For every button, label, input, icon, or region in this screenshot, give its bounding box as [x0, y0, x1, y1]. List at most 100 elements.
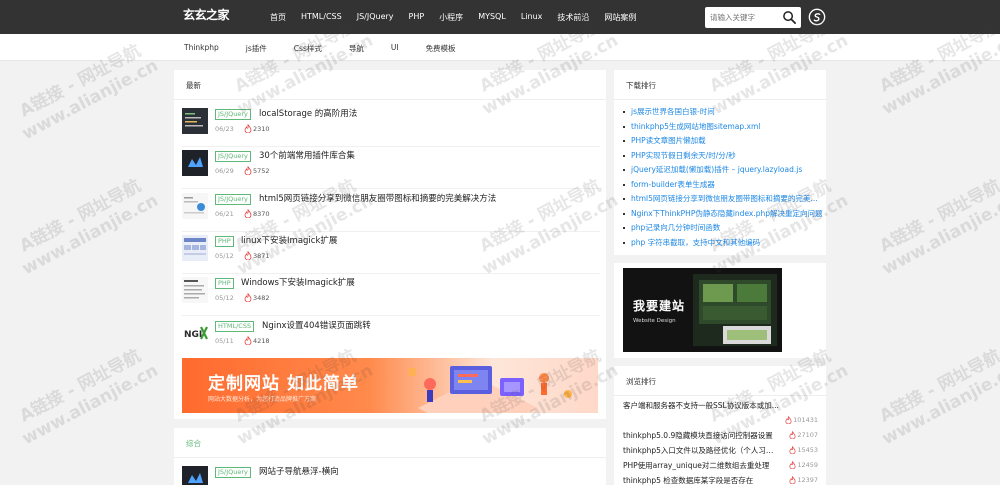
isometric-illustration [408, 366, 572, 413]
divider [614, 99, 826, 100]
download-item-label[interactable]: jQuery延迟加载(懒加载)插件 – jquery.lazyload.js [631, 165, 802, 174]
flame-icon [244, 293, 252, 302]
list-item[interactable]: JS/JQuery 网站子导航悬浮-横向 [182, 463, 600, 485]
divider [174, 99, 606, 100]
list-item[interactable]: JS/JQuery 30个前端常用插件库合集 06/29 5752 [182, 147, 600, 189]
category-tag[interactable]: JS/JQuery [215, 151, 251, 162]
download-item-label[interactable]: PHP实现节假日剩余天/时/分/秒 [631, 151, 736, 160]
article-title[interactable]: 网站子导航悬浮-横向 [259, 465, 339, 477]
list-item[interactable]: JS/JQuery localStorage 的高阶用法 06/23 2310 [182, 105, 600, 147]
flame-icon [785, 416, 792, 424]
download-item-label[interactable]: PHP读文章图片懒加载 [631, 136, 706, 145]
promo-banner[interactable]: 定制网站 如此简单 网站大数据分析，为您打造品牌推广方案 [182, 358, 598, 413]
user-circle-icon[interactable] [808, 8, 826, 26]
nav-js-jquery[interactable]: JS/JQuery [357, 12, 394, 23]
rank-hit-count: 12397 [789, 476, 818, 484]
category-tag[interactable]: JS/JQuery [215, 109, 251, 120]
bullet-icon [623, 125, 625, 128]
search-input[interactable] [710, 7, 778, 28]
hit-count-value: 3871 [253, 251, 270, 260]
watermark-line: A链接 - 网址导航 [16, 345, 145, 427]
list-item[interactable]: PHP Windows下安装Imagick扩展 05/12 3482 [182, 274, 600, 316]
article-date: 06/21 [215, 210, 234, 218]
rank-item-title[interactable]: thinkphp5 检查数据库某字段是否存在 [623, 475, 778, 485]
download-item-label[interactable]: Nginx下ThinkPHP伪静态隐藏index.php解决重定向问题 [631, 209, 823, 218]
download-item-label[interactable]: php记录向几分钟时间函数 [631, 223, 720, 232]
bullet-icon [623, 241, 625, 244]
article-thumbnail[interactable] [182, 193, 208, 219]
subnav-navigation[interactable]: 导航 [349, 43, 364, 54]
list-item[interactable]: JS/JQuery html5网页链接分享到微信朋友圈带图标和摘要的完美解决方法… [182, 190, 600, 232]
article-title[interactable]: Nginx设置404错误页面跳转 [262, 319, 371, 331]
download-item[interactable]: Nginx下ThinkPHP伪静态隐藏index.php解决重定向问题 [623, 208, 823, 222]
article-thumbnail[interactable] [182, 466, 208, 485]
article-thumbnail[interactable] [182, 235, 208, 261]
hit-count-value: 8370 [253, 209, 270, 218]
download-item[interactable]: jQuery延迟加载(懒加载)插件 – jquery.lazyload.js [623, 164, 823, 178]
subnav-ui[interactable]: UI [391, 43, 399, 54]
category-tag[interactable]: JS/JQuery [215, 467, 251, 478]
search-icon[interactable] [782, 10, 797, 25]
article-title[interactable]: html5网页链接分享到微信朋友圈带图标和摘要的完美解决方法 [259, 192, 496, 204]
article-title[interactable]: Windows下安装Imagick扩展 [241, 276, 355, 288]
nav-linux[interactable]: Linux [521, 12, 543, 23]
article-thumbnail[interactable] [182, 108, 208, 134]
nav-tech-frontier[interactable]: 技术前沿 [557, 12, 589, 23]
download-item[interactable]: php 字符串截取，支持中文和其他编码 [623, 237, 823, 251]
category-tag[interactable]: JS/JQuery [215, 194, 251, 205]
rank-item-title[interactable]: PHP使用array_unique对二维数组去重处理 [623, 460, 778, 471]
download-item[interactable]: thinkphp5生成网站地图sitemap.xml [623, 121, 823, 135]
top-bar: 玄玄之家 首页 HTML/CSS JS/JQuery PHP 小程序 MYSQL… [0, 0, 1000, 34]
rank-item-title[interactable]: 客户端和服务器不支持一般SSL协议版本或加... [623, 400, 819, 411]
article-thumbnail[interactable] [182, 277, 208, 303]
download-item-label[interactable]: html5网页链接分享到微信朋友圈带图标和摘要的完美解决方法 [631, 194, 823, 203]
hit-count: 3871 [244, 251, 270, 260]
subnav-thinkphp[interactable]: Thinkphp [184, 43, 219, 54]
download-item[interactable]: form-builder表单生成器 [623, 179, 823, 193]
nav-home[interactable]: 首页 [270, 12, 286, 23]
download-item[interactable]: PHP实现节假日剩余天/时/分/秒 [623, 150, 823, 164]
list-item[interactable]: NGI HTML/CSS Nginx设置404错误页面跳转 05/11 4218 [182, 317, 600, 359]
website-design-ad[interactable]: 我要建站 Website Design [623, 268, 782, 352]
article-thumbnail[interactable] [182, 150, 208, 176]
download-item-label[interactable]: thinkphp5生成网站地图sitemap.xml [631, 122, 760, 131]
article-title[interactable]: linux下安装Imagick扩展 [241, 234, 337, 246]
flame-icon [244, 209, 252, 218]
download-item-label[interactable]: php 字符串截取，支持中文和其他编码 [631, 238, 760, 247]
rank-item-title[interactable]: thinkphp5.0.9隐藏模块直接访问控制器设置 [623, 430, 773, 441]
article-date: 05/12 [215, 294, 234, 302]
article-title[interactable]: localStorage 的高阶用法 [259, 107, 357, 119]
subnav-js-plugins[interactable]: js插件 [246, 43, 267, 54]
download-item[interactable]: html5网页链接分享到微信朋友圈带图标和摘要的完美解决方法 [623, 193, 823, 207]
subnav-free-templates[interactable]: 免费模板 [426, 43, 456, 54]
rank-hit-count: 12459 [789, 461, 818, 469]
download-item-label[interactable]: js展示世界各国白银-时间 [631, 107, 715, 116]
rank-item-title[interactable]: thinkphp5入口文件以及路径优化（个人习惯） [623, 445, 778, 456]
nav-html-css[interactable]: HTML/CSS [301, 12, 342, 23]
rank-hit-count: 15453 [789, 446, 818, 454]
main-nav: 首页 HTML/CSS JS/JQuery PHP 小程序 MYSQL Linu… [270, 12, 651, 23]
subnav-css-styles[interactable]: Css样式 [294, 43, 322, 54]
nav-php[interactable]: PHP [409, 12, 425, 23]
category-tag[interactable]: HTML/CSS [215, 321, 255, 332]
rank-hit-value: 101431 [793, 416, 818, 424]
hit-count: 3482 [244, 293, 270, 302]
download-item[interactable]: PHP读文章图片懒加载 [623, 135, 823, 149]
list-item[interactable]: PHP linux下安装Imagick扩展 05/12 3871 [182, 232, 600, 274]
nginx-logo-icon[interactable]: NGI [182, 320, 208, 346]
watermark: A链接 - 网址导航www.alianjie.cn [869, 342, 1000, 450]
nav-site-cases[interactable]: 网站案例 [604, 12, 636, 23]
article-title[interactable]: 30个前端常用插件库合集 [259, 149, 355, 161]
nav-mysql[interactable]: MYSQL [478, 12, 506, 23]
download-item[interactable]: php记录向几分钟时间函数 [623, 222, 823, 236]
browse-ranking-panel: 浏览排行 客户端和服务器不支持一般SSL协议版本或加... 101431 thi… [614, 366, 826, 485]
nav-mini-program[interactable]: 小程序 [439, 12, 463, 23]
category-tag[interactable]: PHP [215, 278, 234, 289]
download-item[interactable]: js展示世界各国白银-时间 [623, 106, 823, 120]
site-logo[interactable]: 玄玄之家 [183, 6, 230, 23]
category-tag[interactable]: PHP [215, 236, 234, 247]
hit-count: 2310 [244, 124, 270, 133]
download-item-label[interactable]: form-builder表单生成器 [631, 180, 715, 189]
flame-icon [244, 124, 252, 133]
ad-subtitle: Website Design [633, 318, 676, 324]
